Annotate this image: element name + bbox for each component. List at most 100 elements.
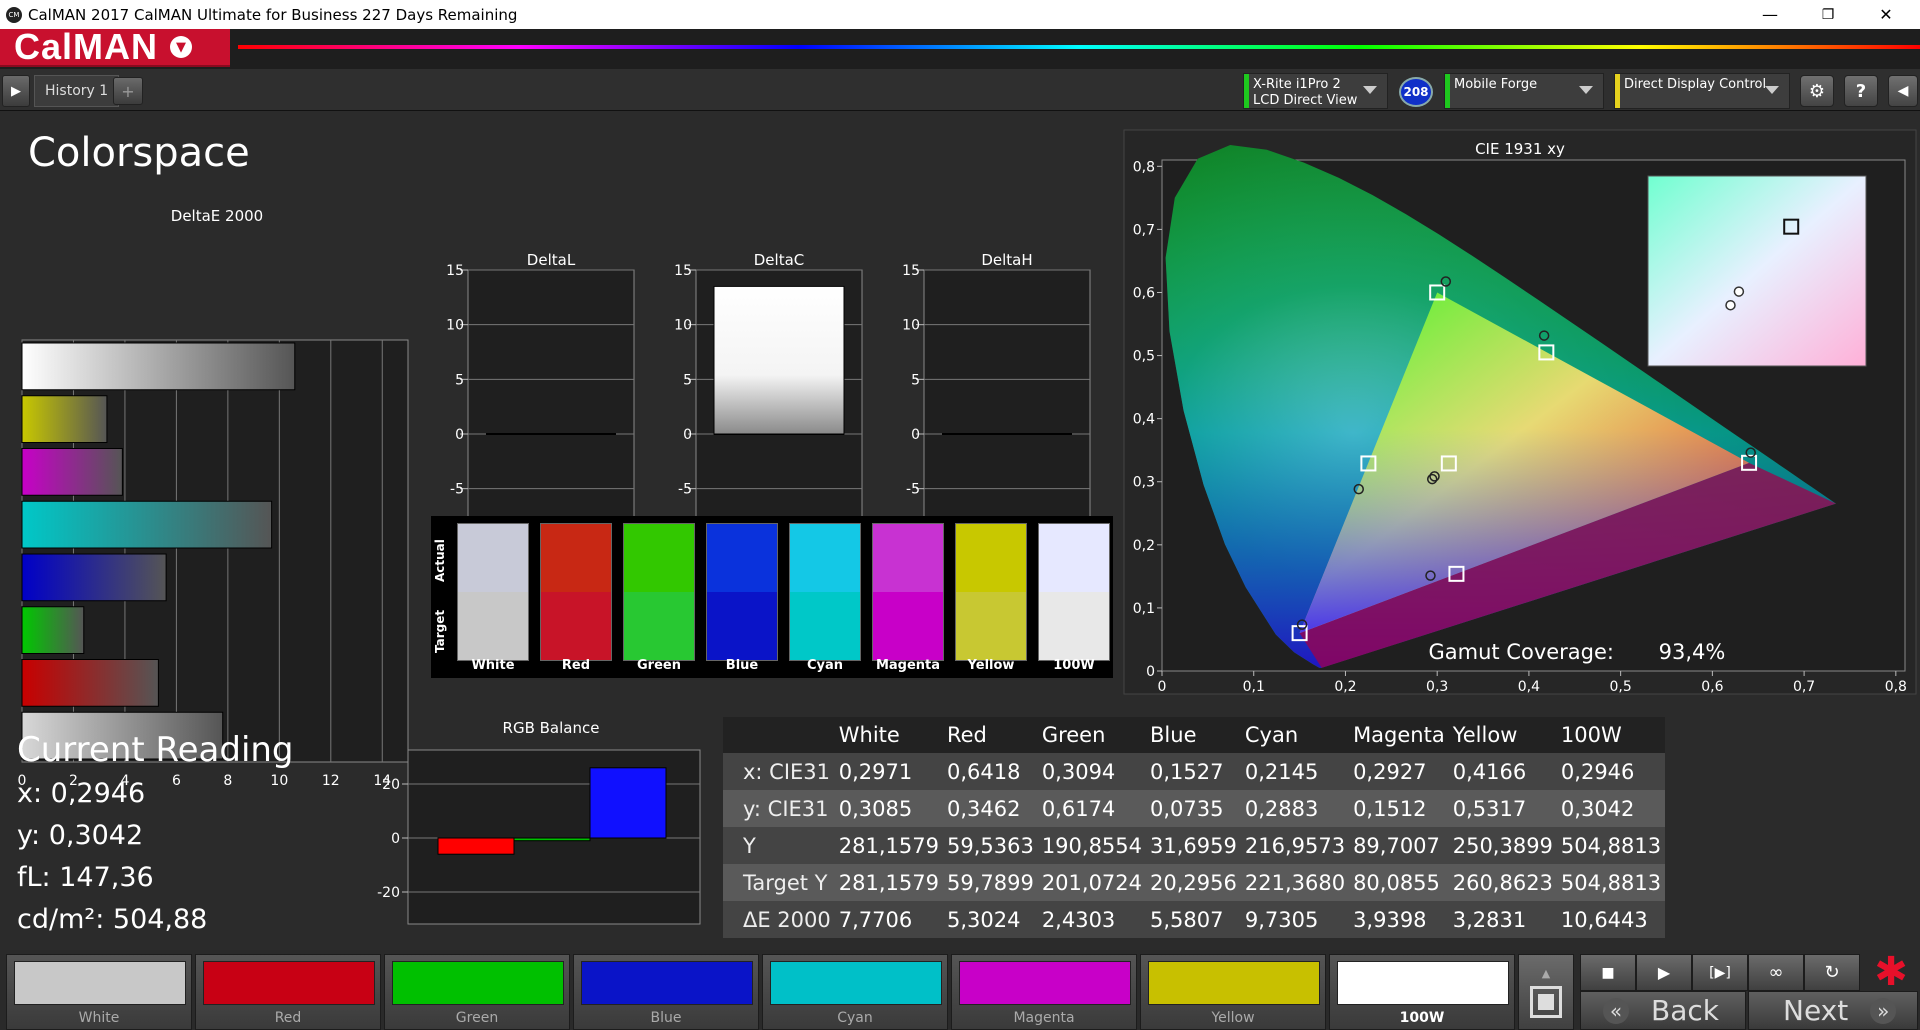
minimize-button[interactable]: — xyxy=(1742,0,1798,29)
current-reading-cdm2: cd/m²: 504,88 xyxy=(17,904,208,935)
measurement-table: White Red Green Blue Cyan Magenta Yellow 100W x:… xyxy=(723,717,1666,938)
swatch-yellow xyxy=(955,523,1027,661)
meter-badge[interactable]: 208 xyxy=(1399,77,1433,107)
refresh-button[interactable]: ↻ xyxy=(1804,954,1860,991)
table-cell: 0,1512 xyxy=(1349,790,1449,827)
cie-y-tick-label: 0,7 xyxy=(1133,222,1155,238)
patch-button-white[interactable]: White xyxy=(6,954,192,1030)
meter-device-selector[interactable]: X-Rite i1Pro 2 LCD Direct View xyxy=(1243,73,1388,109)
gamut-coverage-label: Gamut Coverage: xyxy=(1428,640,1614,664)
patch-color xyxy=(203,961,375,1005)
patch-button-magenta[interactable]: Magenta xyxy=(951,954,1137,1030)
delta-e-bar-magenta xyxy=(21,448,123,496)
table-row: ΔE 2000 7,7706 5,3024 2,4303 5,5807 9,7305 3,9… xyxy=(723,901,1666,938)
delta-tick-label: 0 xyxy=(683,427,692,443)
patch-button-blue[interactable]: Blue xyxy=(573,954,759,1030)
page-title: Colorspace xyxy=(28,130,250,176)
cie-x-tick-label: 0,7 xyxy=(1793,679,1815,695)
patch-color xyxy=(581,961,753,1005)
delta-tick-label: 15 xyxy=(902,263,920,279)
column-header: White xyxy=(834,717,943,753)
back-button[interactable]: « Back xyxy=(1580,991,1746,1030)
row-label: Y xyxy=(723,827,835,864)
table-cell: 7,7706 xyxy=(834,901,943,938)
patch-selector-button[interactable]: ▲ xyxy=(1518,954,1574,1030)
table-cell: 504,8813 xyxy=(1556,864,1666,901)
patch-button-green[interactable]: Green xyxy=(384,954,570,1030)
table-cell: 216,9573 xyxy=(1240,827,1350,864)
delta-e-tick-label: 10 xyxy=(270,773,288,789)
actual-swatch-red xyxy=(541,524,611,592)
tab-label: History 1 xyxy=(45,83,109,99)
add-tab-button[interactable]: + xyxy=(113,77,143,105)
patch-label: Green xyxy=(455,1010,499,1026)
actual-swatch-white xyxy=(458,524,528,592)
cie-y-tick-label: 0,1 xyxy=(1133,601,1155,617)
swatch-label: 100W xyxy=(1053,658,1095,673)
column-header: Blue xyxy=(1146,717,1241,753)
read-button[interactable]: ▶ xyxy=(1636,954,1692,991)
delta-tick-label: 15 xyxy=(674,263,692,279)
table-cell: 260,8623 xyxy=(1448,864,1557,901)
current-reading-y: y: 0,3042 xyxy=(17,820,144,851)
table-row: Y 281,1579 59,5363 190,8554 31,6959 216,9573 8… xyxy=(723,827,1666,864)
collapse-panel-button[interactable]: ◀ xyxy=(1888,75,1918,107)
patch-button-red[interactable]: Red xyxy=(195,954,381,1030)
patch-button-cyan[interactable]: Cyan xyxy=(762,954,948,1030)
delta-e-bar-cyan xyxy=(21,500,273,549)
device-status-stripe xyxy=(1244,74,1249,108)
source-device-selector[interactable]: Mobile Forge xyxy=(1444,73,1604,109)
patch-button-100w[interactable]: 100W xyxy=(1329,954,1515,1030)
delta-tick-label: 5 xyxy=(455,372,464,388)
display-device-selector[interactable]: Direct Display Control xyxy=(1614,73,1790,109)
cie-y-tick-label: 0,8 xyxy=(1133,159,1155,175)
delta-tick-label: -5 xyxy=(906,482,920,498)
next-button[interactable]: Next » xyxy=(1748,991,1918,1030)
delta-chart-title: DeltaC xyxy=(754,251,805,269)
play-icon: ▶ xyxy=(1657,963,1671,982)
patch-label: White xyxy=(78,1010,120,1026)
table-cell: 5,5807 xyxy=(1146,901,1241,938)
settings-button[interactable]: ⚙ xyxy=(1800,75,1834,107)
swatch-red xyxy=(540,523,612,661)
delta-chart-title: DeltaH xyxy=(981,251,1032,269)
table-cell: 89,7007 xyxy=(1349,827,1449,864)
patch-color xyxy=(959,961,1131,1005)
swatch-green xyxy=(623,523,695,661)
table-cell: 0,3085 xyxy=(834,790,943,827)
swatch-label: Blue xyxy=(725,658,759,673)
table-row: x: CIE31 0,2971 0,6418 0,3094 0,1527 0,2145 0,… xyxy=(723,753,1666,790)
swatch-label: Cyan xyxy=(806,658,844,673)
read-series-button[interactable]: [▶] xyxy=(1692,954,1748,991)
cie-x-tick-label: 0,5 xyxy=(1610,679,1632,695)
close-button[interactable]: ✕ xyxy=(1858,0,1914,29)
patch-label: Yellow xyxy=(1211,1010,1255,1026)
swatch-label: Green xyxy=(637,658,681,673)
window-titlebar: CM CalMAN 2017 CalMAN Ultimate for Busin… xyxy=(0,0,1920,29)
eject-icon: ▲ xyxy=(1541,966,1551,980)
swatch-comparison-panel: Actual Target White Red Green Blue Cyan Magen… xyxy=(431,516,1113,678)
patch-button-yellow[interactable]: Yellow xyxy=(1140,954,1326,1030)
help-button[interactable]: ? xyxy=(1844,75,1878,107)
delta-tick-label: 0 xyxy=(911,427,920,443)
tab-history-1[interactable]: History 1 xyxy=(34,75,120,107)
window-title: CalMAN 2017 CalMAN Ultimate for Business… xyxy=(28,5,518,24)
restore-button[interactable]: ❐ xyxy=(1800,0,1856,29)
play-session-button[interactable]: ▶ xyxy=(2,75,30,107)
calman-menu-button[interactable]: CalMAN ▼ xyxy=(0,26,230,67)
star-icon[interactable]: ✱ xyxy=(1866,949,1916,995)
column-header: Yellow xyxy=(1448,717,1557,753)
target-label: Target xyxy=(433,609,447,653)
swatch-magenta xyxy=(872,523,944,661)
delta-chart-title: DeltaL xyxy=(527,251,576,269)
delta-tick-label: 5 xyxy=(911,372,920,388)
column-header: Cyan xyxy=(1240,717,1350,753)
delta-tick-label: 10 xyxy=(902,318,920,334)
zoom-measured-marker xyxy=(1725,299,1736,311)
table-cell: 0,3042 xyxy=(1556,790,1666,827)
back-label: Back xyxy=(1651,994,1719,1027)
delta-tick-label: 5 xyxy=(683,372,692,388)
table-cell: 0,2946 xyxy=(1556,753,1666,790)
continuous-read-button[interactable]: ∞ xyxy=(1748,954,1804,991)
stop-button[interactable]: ■ xyxy=(1580,954,1636,991)
